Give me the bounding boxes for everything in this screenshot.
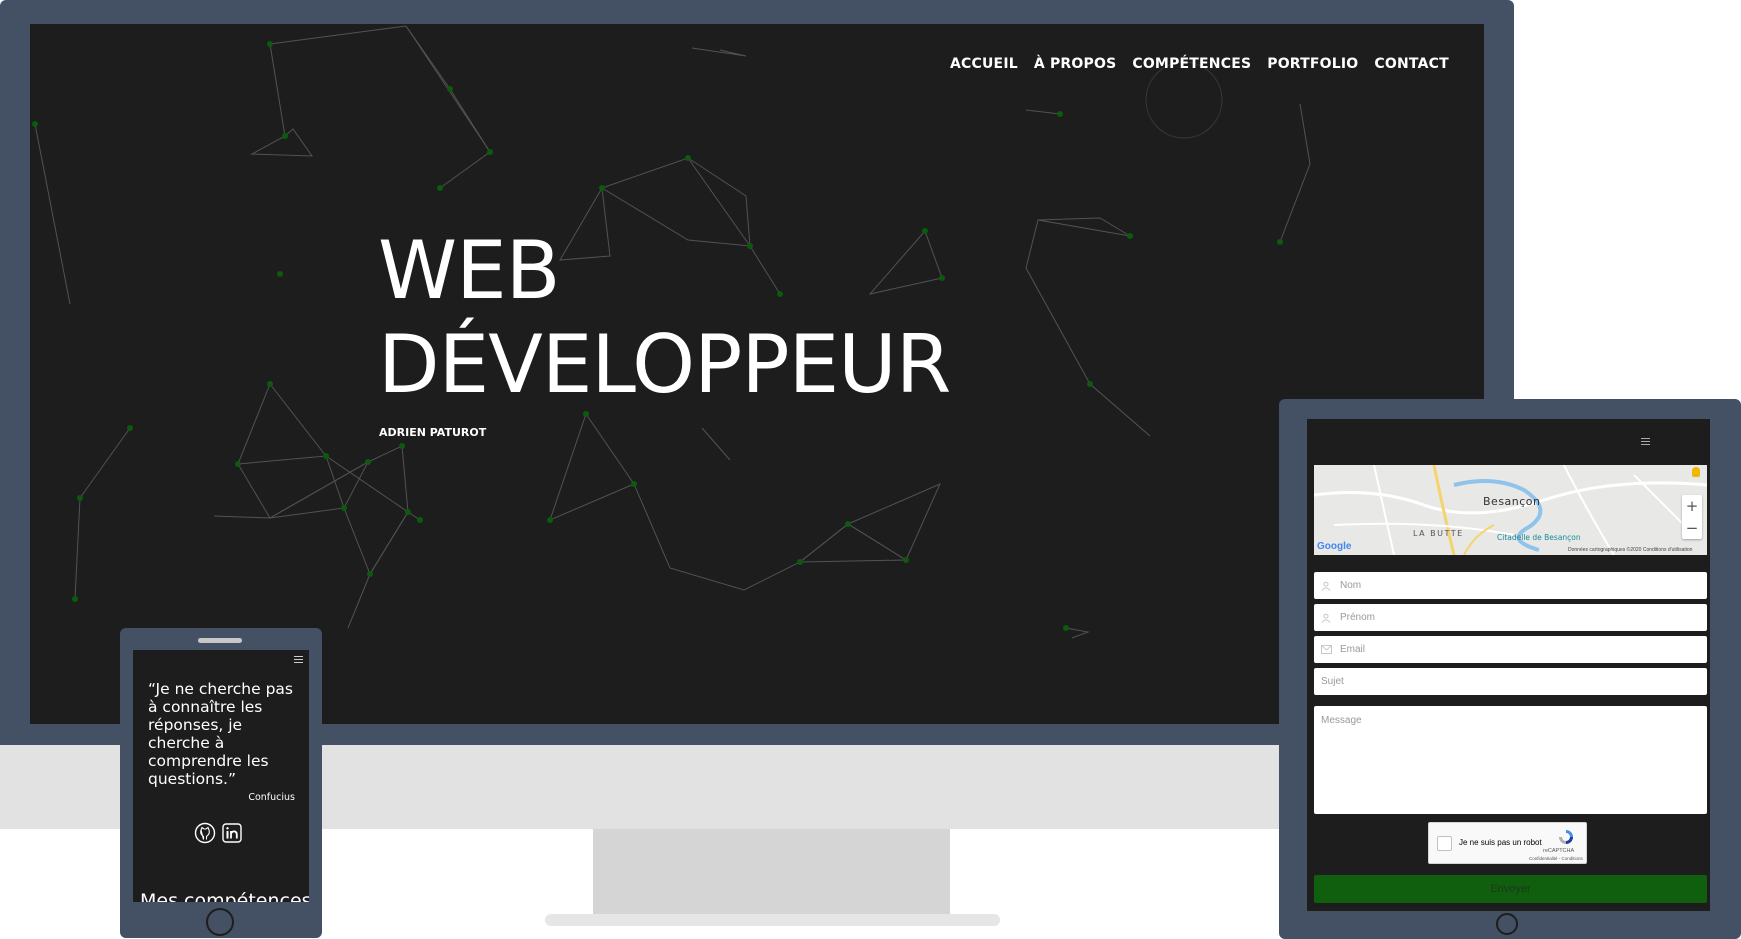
nav-link-competences[interactable]: COMPÉTENCES bbox=[1132, 56, 1251, 72]
phone-device: “Je ne cherche pas à connaître les répon… bbox=[120, 628, 322, 938]
zoom-in-button[interactable]: + bbox=[1682, 495, 1702, 517]
hero-title-line1: WEB bbox=[378, 224, 561, 317]
sujet-input[interactable]: Sujet bbox=[1314, 668, 1707, 695]
phone-home-button[interactable] bbox=[206, 908, 234, 936]
quote-text: “Je ne cherche pas à connaître les répon… bbox=[148, 680, 294, 788]
email-input[interactable]: Email bbox=[1314, 636, 1707, 663]
phone-speaker bbox=[198, 638, 242, 643]
tablet-home-button[interactable] bbox=[1496, 913, 1518, 935]
recaptcha-links[interactable]: Confidentialité - Conditions bbox=[1529, 856, 1583, 861]
sujet-placeholder: Sujet bbox=[1321, 676, 1344, 687]
tablet-screen: Besançon LA BUTTE Citadelle de Besançon … bbox=[1307, 419, 1710, 911]
user-icon bbox=[1320, 580, 1332, 592]
map-district-label: LA BUTTE bbox=[1413, 529, 1464, 538]
map-city-label: Besançon bbox=[1483, 495, 1541, 508]
hamburger-menu-icon[interactable] bbox=[294, 656, 303, 663]
nav-link-contact[interactable]: CONTACT bbox=[1374, 56, 1448, 72]
hamburger-menu-icon[interactable] bbox=[1641, 438, 1650, 445]
social-links bbox=[194, 822, 243, 844]
recaptcha-brand: reCAPTCHA bbox=[1543, 848, 1575, 854]
hero-title: WEB DÉVELOPPEUR bbox=[378, 224, 951, 412]
recaptcha-checkbox[interactable] bbox=[1437, 836, 1452, 851]
phone-screen: “Je ne cherche pas à connaître les répon… bbox=[133, 650, 309, 902]
map-zoom-controls: + − bbox=[1682, 495, 1702, 539]
location-map[interactable]: Besançon LA BUTTE Citadelle de Besançon … bbox=[1314, 465, 1707, 555]
email-placeholder: Email bbox=[1340, 644, 1366, 655]
submit-button[interactable]: Envoyer bbox=[1314, 875, 1707, 903]
zoom-out-button[interactable]: − bbox=[1682, 517, 1702, 539]
linkedin-icon[interactable] bbox=[221, 822, 243, 844]
monitor-base bbox=[545, 914, 1000, 926]
main-nav: ACCUEIL À PROPOS COMPÉTENCES PORTFOLIO C… bbox=[950, 56, 1449, 72]
hero-title-line2: DÉVELOPPEUR bbox=[378, 318, 951, 411]
section-title-competences: Mes compétences bbox=[140, 890, 309, 902]
envelope-icon bbox=[1320, 644, 1332, 656]
nav-link-accueil[interactable]: ACCUEIL bbox=[950, 56, 1018, 72]
monitor-stand bbox=[593, 829, 950, 914]
map-attribution[interactable]: Données cartographiques ©2020 Conditions… bbox=[1568, 547, 1692, 553]
message-textarea[interactable]: Message bbox=[1314, 706, 1707, 814]
hero-subtitle: ADRIEN PATUROT bbox=[379, 426, 487, 439]
github-icon[interactable] bbox=[194, 822, 216, 844]
recaptcha-widget: Je ne suis pas un robot reCAPTCHA Confid… bbox=[1428, 822, 1587, 864]
recaptcha-label: Je ne suis pas un robot bbox=[1459, 838, 1542, 847]
map-poi-label: Citadelle de Besançon bbox=[1497, 533, 1581, 542]
message-placeholder: Message bbox=[1321, 715, 1362, 726]
desktop-screen: ACCUEIL À PROPOS COMPÉTENCES PORTFOLIO C… bbox=[30, 24, 1484, 724]
nav-link-a-propos[interactable]: À PROPOS bbox=[1034, 56, 1117, 72]
prenom-input[interactable]: Prénom bbox=[1314, 604, 1707, 631]
nom-input[interactable]: Nom bbox=[1314, 572, 1707, 599]
prenom-placeholder: Prénom bbox=[1340, 612, 1376, 623]
quote-author: Confucius bbox=[248, 792, 295, 803]
recaptcha-logo-icon bbox=[1559, 830, 1573, 844]
user-icon bbox=[1320, 612, 1332, 624]
google-logo: Google bbox=[1317, 541, 1352, 552]
nom-placeholder: Nom bbox=[1340, 580, 1362, 591]
nav-link-portfolio[interactable]: PORTFOLIO bbox=[1267, 56, 1358, 72]
street-view-pegman-icon[interactable] bbox=[1692, 467, 1700, 477]
tablet-device: Besançon LA BUTTE Citadelle de Besançon … bbox=[1279, 399, 1741, 939]
